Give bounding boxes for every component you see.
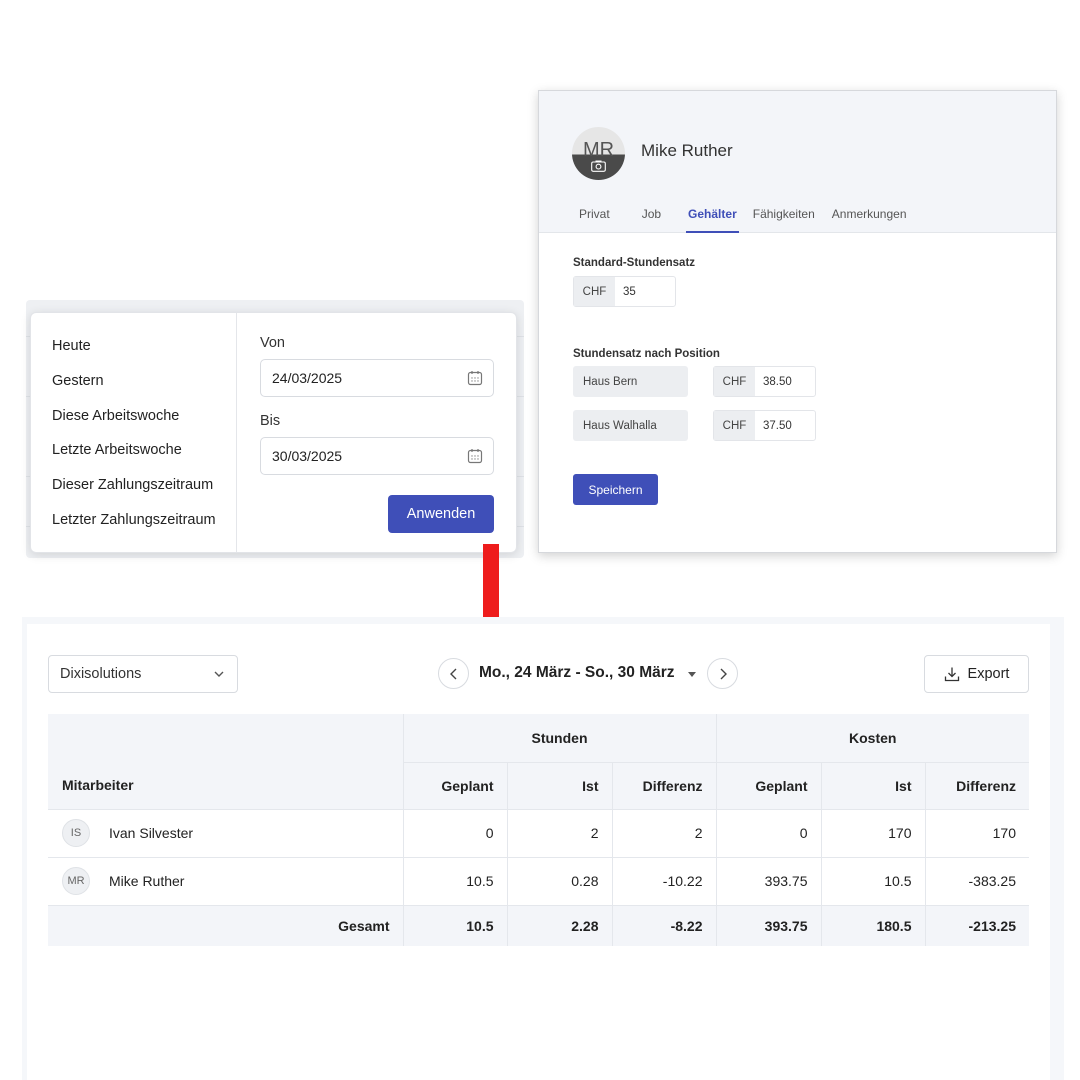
preset-last-pay-period[interactable]: Letzter Zahlungszeitraum — [31, 507, 236, 542]
hours-diff-cell: 2 — [611, 808, 716, 857]
hours-actual-cell: 0.28 — [506, 856, 612, 905]
total-costs-diff: -213.25 — [924, 904, 1029, 946]
profile-tabs: Privat Job Gehälter Fähigkeiten Anmerkun… — [579, 207, 907, 233]
costs-planned-cell: 0 — [715, 808, 821, 857]
position-rate-title: Stundensatz nach Position — [573, 348, 720, 360]
download-icon — [944, 667, 959, 682]
preset-this-workweek[interactable]: Diese Arbeitswoche — [31, 403, 236, 438]
caret-down-icon[interactable] — [688, 672, 696, 677]
position-rate-field[interactable]: CHF 38.50 — [713, 366, 816, 397]
costs-planned-cell: 393.75 — [715, 856, 821, 905]
position-rate-value[interactable]: 37.50 — [755, 411, 815, 440]
save-button[interactable]: Speichern — [573, 474, 658, 505]
previous-week-button[interactable] — [438, 658, 469, 689]
total-hours-planned: 10.5 — [402, 904, 507, 946]
total-hours-actual: 2.28 — [506, 904, 612, 946]
employee-profile-card: MR Mike Ruther Privat Job Gehälter Fähig… — [538, 90, 1057, 553]
total-costs-planned: 393.75 — [715, 904, 821, 946]
currency-label: CHF — [574, 277, 615, 306]
chevron-right-icon — [720, 668, 727, 679]
total-label: Gesamt — [48, 904, 403, 946]
position-row: Haus Bern CHF 38.50 — [573, 366, 1022, 397]
avatar-initials: MR — [582, 139, 615, 161]
table-row[interactable]: MR Mike Ruther 10.5 0.28 -10.22 393.75 1… — [48, 856, 1029, 905]
hours-planned-cell: 0 — [402, 808, 507, 857]
position-rate-field[interactable]: CHF 37.50 — [713, 410, 816, 441]
apply-button[interactable]: Anwenden — [388, 495, 494, 533]
export-label: Export — [967, 666, 1010, 682]
hours-actual-cell: 2 — [506, 808, 612, 857]
total-costs-actual: 180.5 — [820, 904, 925, 946]
position-name: Haus Walhalla — [573, 410, 688, 441]
calendar-icon[interactable] — [467, 448, 483, 464]
employee-cell: MR Mike Ruther — [48, 856, 403, 905]
standard-rate-value[interactable]: 35 — [615, 277, 675, 306]
header-spacer — [48, 714, 403, 762]
tab-gehaelter[interactable]: Gehälter — [686, 207, 739, 233]
next-week-button[interactable] — [707, 658, 738, 689]
from-label: Von — [260, 335, 285, 351]
from-date-value: 24/03/2025 — [272, 370, 343, 386]
chevron-left-icon — [449, 668, 456, 679]
profile-name: Mike Ruther — [641, 141, 733, 160]
employee-name[interactable]: Ivan Silvester — [109, 825, 193, 841]
preset-list: Heute Gestern Diese Arbeitswoche Letzte … — [31, 313, 237, 552]
avatar: IS — [62, 819, 90, 847]
costs-diff-cell: 170 — [924, 808, 1029, 857]
costs-actual-cell: 10.5 — [820, 856, 925, 905]
export-button[interactable]: Export — [924, 655, 1029, 693]
profile-header: MR Mike Ruther Privat Job Gehälter Fähig… — [539, 91, 1056, 233]
employee-cell: IS Ivan Silvester — [48, 808, 403, 857]
employee-name[interactable]: Mike Ruther — [109, 873, 184, 889]
to-label: Bis — [260, 413, 281, 429]
hours-cost-report: Dixisolutions Mo., 24 März - So., 30 Mär… — [27, 624, 1050, 1080]
to-date-input[interactable]: 30/03/2025 — [260, 437, 494, 475]
currency-label: CHF — [714, 367, 755, 396]
hours-diff-cell: -10.22 — [611, 856, 716, 905]
preset-this-pay-period[interactable]: Dieser Zahlungszeitraum — [31, 472, 236, 507]
costs-diff-cell: -383.25 — [924, 856, 1029, 905]
group-header-costs: Kosten — [715, 714, 1029, 763]
column-header-hours-actual[interactable]: Ist — [506, 762, 612, 809]
group-header-hours: Stunden — [402, 714, 716, 763]
tab-anmerkungen[interactable]: Anmerkungen — [832, 207, 907, 233]
standard-rate-title: Standard-Stundensatz — [573, 257, 696, 269]
total-row: Gesamt 10.5 2.28 -8.22 393.75 180.5 -213… — [48, 904, 1029, 946]
table-row[interactable]: IS Ivan Silvester 0 2 2 0 170 170 — [48, 808, 1029, 857]
company-select-value: Dixisolutions — [60, 666, 142, 682]
total-hours-diff: -8.22 — [611, 904, 716, 946]
hours-planned-cell: 10.5 — [402, 856, 507, 905]
to-date-value: 30/03/2025 — [272, 448, 343, 464]
column-header-employee[interactable]: Mitarbeiter — [48, 762, 403, 809]
currency-label: CHF — [714, 411, 755, 440]
camera-icon[interactable] — [591, 160, 606, 172]
report-table: Stunden Kosten Mitarbeiter Geplant Ist D… — [48, 714, 1029, 946]
standard-rate-field[interactable]: CHF 35 — [573, 276, 676, 307]
chevron-down-icon — [214, 671, 224, 677]
preset-last-workweek[interactable]: Letzte Arbeitswoche — [31, 437, 236, 472]
date-range-popup: Heute Gestern Diese Arbeitswoche Letzte … — [30, 312, 517, 553]
tab-job[interactable]: Job — [642, 207, 661, 233]
column-header-costs-actual[interactable]: Ist — [820, 762, 925, 809]
position-rate-value[interactable]: 38.50 — [755, 367, 815, 396]
from-date-input[interactable]: 24/03/2025 — [260, 359, 494, 397]
company-select[interactable]: Dixisolutions — [48, 655, 238, 693]
column-header-hours-diff[interactable]: Differenz — [611, 762, 716, 809]
avatar[interactable]: MR — [572, 127, 625, 180]
date-range-label[interactable]: Mo., 24 März - So., 30 März — [479, 664, 675, 682]
range-form: Von 24/03/2025 Bis 30/03/2025 Anwenden — [237, 313, 516, 552]
preset-today[interactable]: Heute — [31, 333, 236, 368]
tab-privat[interactable]: Privat — [579, 207, 610, 233]
tab-faehigkeiten[interactable]: Fähigkeiten — [753, 207, 815, 233]
calendar-icon[interactable] — [467, 370, 483, 386]
position-name: Haus Bern — [573, 366, 688, 397]
column-header-costs-diff[interactable]: Differenz — [924, 762, 1029, 809]
avatar: MR — [62, 867, 90, 895]
salary-panel: Standard-Stundensatz CHF 35 Stundensatz … — [539, 233, 1056, 529]
preset-yesterday[interactable]: Gestern — [31, 368, 236, 403]
column-header-costs-planned[interactable]: Geplant — [715, 762, 821, 809]
position-row: Haus Walhalla CHF 37.50 — [573, 410, 1022, 441]
column-header-hours-planned[interactable]: Geplant — [402, 762, 507, 809]
costs-actual-cell: 170 — [820, 808, 925, 857]
